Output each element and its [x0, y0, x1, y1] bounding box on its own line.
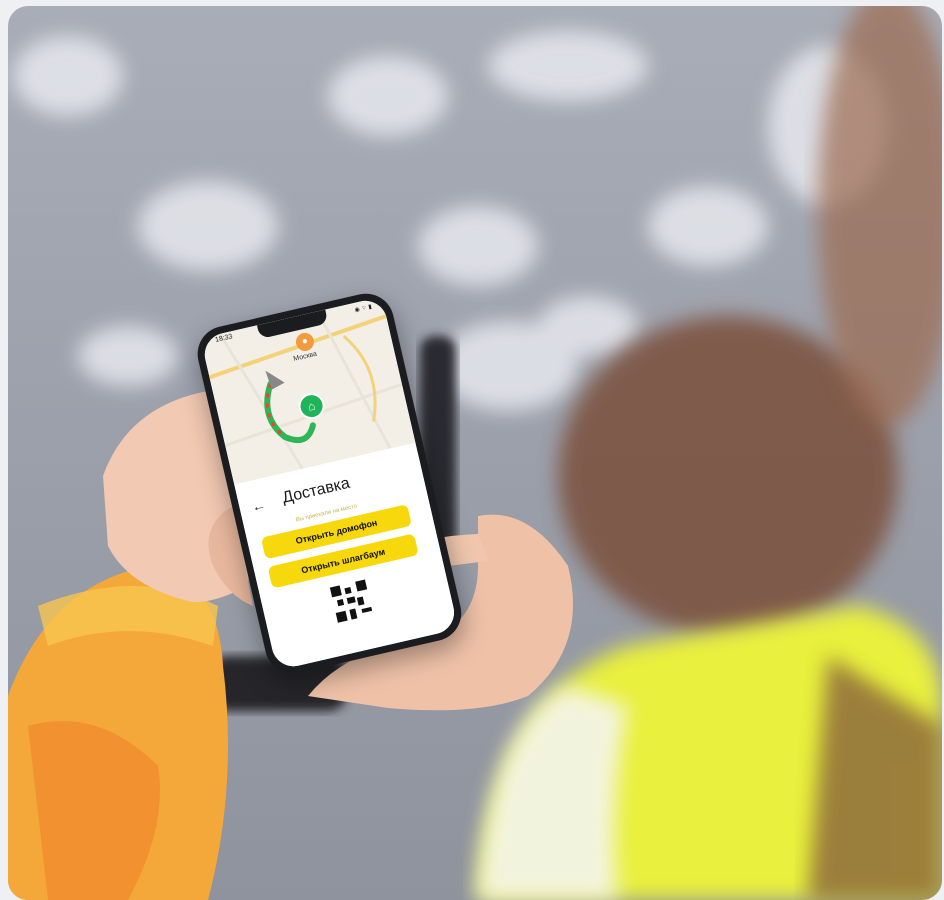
- back-arrow-icon[interactable]: ←: [250, 496, 267, 515]
- phone: 18:33 ◉ ⌔ ▮ ● Москва ⌂ ← Доставка Вы при…: [192, 288, 467, 686]
- qr-code-icon[interactable]: [329, 579, 373, 623]
- phone-body: 18:33 ◉ ⌔ ▮ ● Москва ⌂ ← Доставка Вы при…: [192, 288, 467, 680]
- delivery-sheet: ← Доставка Вы приехали на место Открыть …: [234, 442, 459, 671]
- vest-stripe: [478, 686, 628, 900]
- phone-screen: 18:33 ◉ ⌔ ▮ ● Москва ⌂ ← Доставка Вы при…: [200, 296, 459, 671]
- photo-frame: 18:33 ◉ ⌔ ▮ ● Москва ⌂ ← Доставка Вы при…: [8, 6, 942, 900]
- sheet-title: Доставка: [280, 474, 352, 507]
- scene-background: [8, 6, 942, 900]
